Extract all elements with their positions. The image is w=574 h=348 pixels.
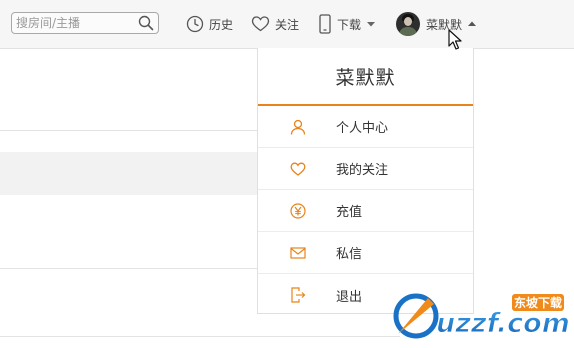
user-dropdown-menu: 菜默默 个人中心 我的关注 充值 私信 退出 [257,48,474,314]
heart-icon [251,16,270,32]
follow-button[interactable]: 关注 [251,13,299,35]
uzzf-watermark-logo: uzzf.com 东坡下载 [393,293,570,340]
menu-item-label: 退出 [336,289,363,305]
divider [0,130,258,131]
history-button[interactable]: 历史 [186,13,233,35]
download-label: 下载 [337,17,362,32]
menu-item-label: 充值 [336,205,363,220]
svg-text:东坡下载: 东坡下载 [514,295,562,310]
caret-down-icon [367,22,376,27]
search-input[interactable] [16,15,134,31]
logout-icon [291,287,306,303]
history-label: 历史 [209,17,234,32]
yen-icon [290,203,306,219]
user-icon [290,119,306,135]
envelope-icon [290,247,306,259]
search-icon[interactable] [138,15,154,31]
menu-item-profile[interactable]: 个人中心 [258,106,473,148]
user-menu[interactable]: 菜默默 [396,11,482,37]
phone-icon [319,14,331,34]
menu-item-label: 个人中心 [336,121,389,136]
mouse-cursor-icon [448,29,462,50]
divider [0,268,258,269]
caret-up-icon [468,21,477,26]
clock-icon [186,15,204,33]
menu-item-label: 私信 [336,247,363,262]
download-dropdown[interactable]: 下载 [318,13,381,35]
search-box[interactable] [11,12,159,34]
menu-item-recharge[interactable]: 充值 [258,190,473,232]
divider [0,336,400,337]
content-row-highlight [0,152,258,195]
top-navigation-bar: 历史 关注 下载 菜默默 [0,0,574,49]
svg-text:uzzf.com: uzzf.com [436,308,570,339]
follow-label: 关注 [275,17,300,32]
dropdown-username: 菜默默 [258,48,473,106]
heart-icon [290,162,306,176]
menu-item-label: 我的关注 [336,163,389,178]
menu-item-messages[interactable]: 私信 [258,232,473,274]
menu-item-my-follows[interactable]: 我的关注 [258,148,473,190]
avatar[interactable] [396,12,420,36]
